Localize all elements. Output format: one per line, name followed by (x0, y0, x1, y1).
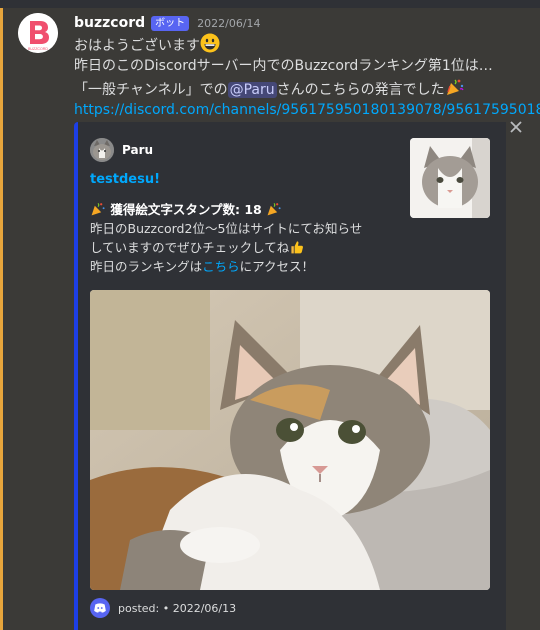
embed: Paru testdesu! 獲得絵文字スタンプ数: 18 昨日のBuzzcor… (74, 122, 506, 630)
desc-line-4-suffix: にアクセス！ (239, 259, 315, 274)
party-popper-emoji (446, 79, 464, 95)
desc-line-4: 昨日のランキングはこちらにアクセス！ (90, 257, 400, 276)
message-content: おはようございます 昨日のこのDiscordサーバー内でのBuzzcordランキ… (74, 33, 540, 121)
desc-line-2: 昨日のBuzzcord2位〜5位はサイトにてお知らせ (90, 221, 363, 236)
desc-line-3-text: していますのでぜひチェックしてね (90, 240, 290, 255)
timestamp[interactable]: 2022/06/14 (197, 17, 260, 30)
grinning-face-emoji (200, 33, 220, 53)
close-icon[interactable] (508, 120, 524, 136)
author-avatar (90, 138, 114, 162)
kitten-photo (90, 290, 490, 590)
buzzcord-logo-icon: BUZZCORD (18, 13, 58, 53)
top-bar (0, 0, 540, 8)
message-highlight-bar (0, 8, 3, 630)
footer-text: posted: • 2022/06/13 (118, 601, 237, 615)
embed-author[interactable]: Paru (90, 138, 153, 162)
message-line-1-text: おはようございます (74, 38, 200, 54)
embed-color-bar (74, 122, 78, 630)
party-popper-emoji (91, 203, 105, 216)
thumbs-up-emoji (291, 241, 304, 254)
avatar[interactable]: BUZZCORD (18, 13, 58, 53)
embed-thumbnail[interactable] (410, 138, 490, 218)
stamp-count-line: 獲得絵文字スタンプ数: 18 (90, 200, 400, 219)
embed-image[interactable] (90, 290, 490, 590)
party-popper-emoji (267, 203, 281, 216)
desc-line-4-prefix: 昨日のランキングは (90, 259, 203, 274)
message-line-2: 昨日のこのDiscordサーバー内でのBuzzcordランキング第1位は… (74, 58, 493, 74)
discord-logo-icon (90, 598, 110, 618)
message-line-3-suffix: さんのこちらの発言でした (276, 82, 445, 98)
author-name: Paru (122, 143, 154, 157)
user-mention[interactable]: @Paru (227, 82, 277, 98)
message-header: buzzcord ボット 2022/06/14 (74, 13, 261, 33)
stamp-count-text: 獲得絵文字スタンプ数: 18 (110, 202, 262, 217)
ranking-link[interactable]: こちら (202, 259, 240, 274)
bot-badge: ボット (151, 15, 190, 31)
channel-link[interactable]: https://discord.com/channels/95617595018… (74, 99, 540, 121)
message-line-3: 「一般チャンネル」での @Paru さんのこちらの発言でした (74, 77, 540, 99)
avatar-caption: BUZZCORD (28, 47, 48, 51)
desc-line-3: していますのでぜひチェックしてね (90, 238, 400, 257)
message-line-3-prefix: 「一般チャンネル」での (74, 82, 228, 98)
embed-footer: posted: • 2022/06/13 (90, 598, 236, 618)
username[interactable]: buzzcord (74, 15, 145, 31)
embed-description: 獲得絵文字スタンプ数: 18 昨日のBuzzcord2位〜5位はサイトにてお知ら… (90, 200, 400, 276)
message-line-1: おはようございます (74, 33, 540, 55)
embed-title[interactable]: testdesu! (90, 172, 160, 187)
